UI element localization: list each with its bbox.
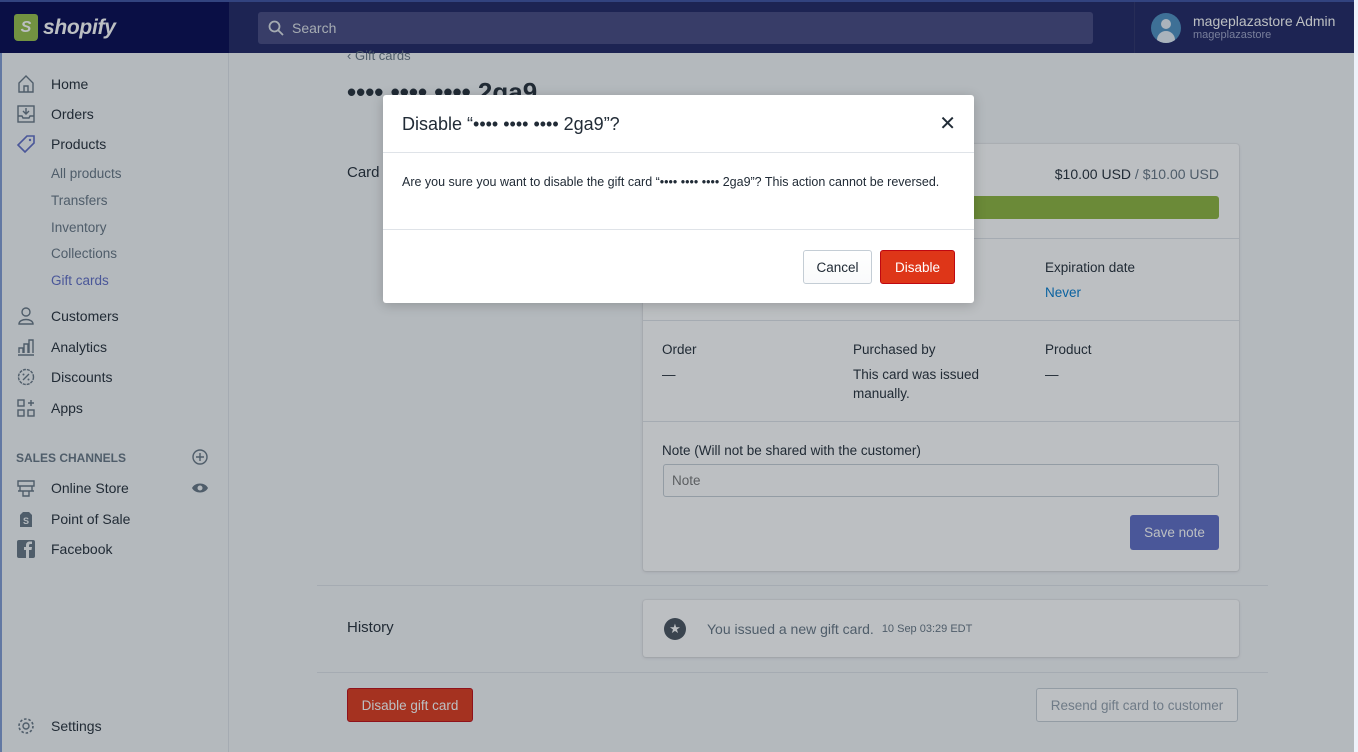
cancel-button[interactable]: Cancel — [803, 250, 872, 284]
divider — [383, 152, 974, 153]
disable-confirm-modal: Disable “•••• •••• •••• 2ga9”? ✕ Are you… — [383, 95, 974, 303]
divider — [383, 229, 974, 230]
confirm-disable-button[interactable]: Disable — [880, 250, 955, 284]
close-icon[interactable]: ✕ — [939, 111, 956, 136]
scrollbar[interactable] — [1354, 0, 1358, 752]
modal-title: Disable “•••• •••• •••• 2ga9”? — [402, 114, 620, 134]
modal-body: Are you sure you want to disable the gif… — [402, 175, 940, 189]
